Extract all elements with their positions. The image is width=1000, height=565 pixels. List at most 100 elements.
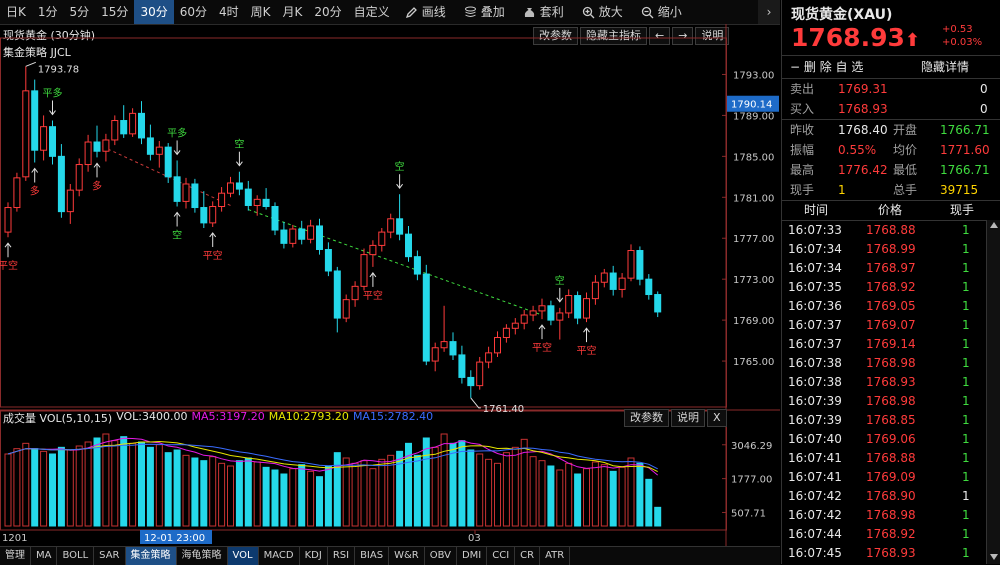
time-axis: 1201 12-01 23:00 03 [2,530,481,544]
candle [378,228,386,252]
candle [102,133,110,162]
candle-body [369,244,377,256]
tick-price: 1769.06 [866,432,916,446]
indicator-tab-14[interactable]: CCI [487,547,516,565]
tool-zoom-out[interactable]: 缩小 [632,0,691,24]
ask-price: 1769.31 [838,82,888,96]
candlesticks [4,66,662,398]
volume-bar [324,465,332,527]
ask-row: 卖出 1769.31 0 [782,79,1000,99]
volume-header-button-2[interactable]: X [707,409,727,427]
signal-marker: 平多 [43,87,63,116]
tick-price: 1768.98 [866,508,916,522]
tick-volume: 1 [962,470,970,484]
volume-bar [84,441,92,527]
marker-label: 空 [395,160,405,173]
collapse-panel-button[interactable]: › [758,0,780,24]
candle-body [31,90,39,151]
quote-row: 振幅 0.55% 均价 1771.60 [782,140,1000,160]
trendline-0[interactable] [96,143,231,206]
period-2[interactable]: 5分 [64,0,96,24]
volume-bar [244,457,252,527]
period-6[interactable]: 4时 [213,0,245,24]
volume-bar [316,476,323,527]
period-8[interactable]: 月K [277,0,309,24]
tick-row: 16:07:38 1768.98 1 [782,354,1000,373]
delete-watchlist-label: 删 除 自 选 [803,60,864,74]
indicator-tab-1[interactable]: MA [31,547,58,565]
candle-body [645,278,653,296]
instrument-name: 现货黄金(XAU) [791,7,893,23]
candle [422,264,430,366]
signal-marker: 多 [92,162,102,192]
quote-value: 0.55% [838,143,877,157]
indicator-tab-16[interactable]: ATR [540,547,571,565]
ticks-header-price: 价格 [878,203,903,217]
signal-marker: 空 [555,274,565,303]
tick-price: 1768.93 [866,546,916,560]
indicator-tab-2[interactable]: BOLL [57,547,95,565]
volume-bar [289,468,297,527]
indicator-tab-7[interactable]: MACD [259,547,300,565]
signal-marker: 平空 [0,242,18,272]
volume-bar [138,441,145,527]
volume-bar [583,468,590,527]
period-10[interactable]: 自定义 [348,0,396,24]
volume-bar [565,462,573,527]
indicator-tab-6[interactable]: VOL [227,547,259,565]
volume-bar [57,446,65,527]
candle [49,120,56,165]
candle [4,202,12,238]
candle-body [494,337,501,354]
indicator-tab-5[interactable]: 海龟策略 [177,547,228,565]
period-1[interactable]: 1分 [32,0,64,24]
period-4[interactable]: 30分 [134,0,174,24]
tool-money-bag[interactable]: 套利 [514,0,573,24]
volume-bar [200,460,208,527]
tick-row: 16:07:39 1768.85 1 [782,411,1000,430]
indicator-tab-13[interactable]: DMI [457,547,488,565]
tick-row: 16:07:34 1768.97 1 [782,259,1000,278]
tick-row: 16:07:45 1768.93 1 [782,544,1000,563]
tick-scrollbar[interactable] [986,220,1000,564]
scroll-down-icon[interactable] [990,554,998,560]
candle [405,225,412,262]
indicator-tab-12[interactable]: OBV [425,547,457,565]
kline-chart[interactable]: 平空多平多多平多空平空空平空空平空空平空 1793.781761.40 1793… [0,24,780,546]
indicator-tab-3[interactable]: SAR [94,547,126,565]
volume-bar [93,437,101,527]
candle-body [458,354,466,378]
scroll-up-icon[interactable] [990,222,998,228]
period-5[interactable]: 60分 [174,0,213,24]
candle-body [164,146,172,178]
indicator-tab-11[interactable]: W&R [389,547,425,565]
volume-header-button-1[interactable]: 说明 [671,409,705,427]
period-9[interactable]: 20分 [308,0,347,24]
period-0[interactable]: 日K [0,0,32,24]
indicator-tab-4[interactable]: 集金策略 [125,547,177,565]
tool-zoom-in[interactable]: 放大 [573,0,632,24]
indicator-tab-15[interactable]: CR [515,547,541,565]
period-7[interactable]: 周K [245,0,277,24]
quote-label: 现手 [790,183,815,197]
candle [538,298,546,320]
tick-volume: 1 [962,261,970,275]
indicator-tab-10[interactable]: BIAS [355,547,390,565]
price-tick-label: 1769.00 [733,316,774,327]
tool-stack[interactable]: 叠加 [455,0,514,24]
indicator-tab-0[interactable]: 管理 [0,547,31,565]
indicator-tab-8[interactable]: KDJ [300,547,328,565]
bid-price: 1768.93 [838,102,888,116]
tool-pencil[interactable]: 画线 [396,0,455,24]
volume-bar [111,440,119,527]
delete-watchlist-button[interactable]: − 删 除 自 选 [790,58,863,75]
volume-header-button-0[interactable]: 改参数 [624,409,669,427]
tick-time: 16:07:38 [788,375,842,389]
indicator-tab-9[interactable]: RSI [328,547,356,565]
tick-row: 16:07:37 1769.14 1 [782,335,1000,354]
hide-details-button[interactable]: 隐藏详情 [921,58,969,75]
candle-body [262,198,270,208]
tick-volume: 1 [962,242,970,256]
candle [22,66,30,181]
period-3[interactable]: 15分 [95,0,134,24]
